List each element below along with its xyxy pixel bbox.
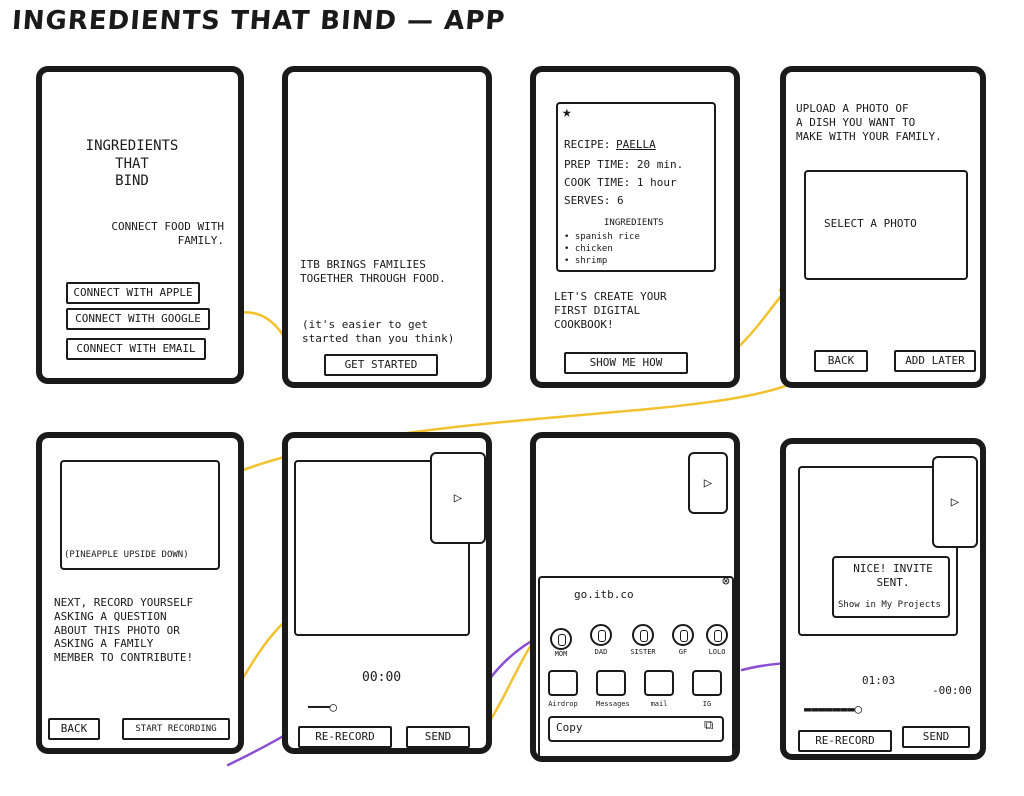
play-icon[interactable] <box>430 452 486 544</box>
ingredients-title: INGREDIENTS <box>604 218 664 228</box>
cook-time: COOK TIME: 1 hour <box>564 176 677 189</box>
back-button[interactable]: BACK <box>814 350 868 372</box>
ingredient-item: • chicken <box>564 244 613 254</box>
record-instructions: NEXT, RECORD YOURSELF ASKING A QUESTION … <box>54 596 194 664</box>
screen-recipe-card: ★ RECIPE: PAELLA PREP TIME: 20 min. COOK… <box>530 66 740 388</box>
send-button[interactable]: SEND <box>902 726 970 748</box>
share-app-label: mail <box>650 700 668 708</box>
select-photo-label: SELECT A PHOTO <box>824 217 917 230</box>
show-in-projects-link[interactable]: Show in My Projects <box>838 600 941 611</box>
share-link[interactable]: go.itb.co <box>574 588 634 602</box>
contact-name: MOM <box>554 650 568 658</box>
airdrop-icon[interactable] <box>548 670 578 696</box>
close-icon[interactable]: ⊗ <box>722 574 730 590</box>
screen-welcome: INGREDIENTS THAT BIND CONNECT FOOD WITH … <box>36 66 244 384</box>
contact-avatar-icon[interactable] <box>672 624 694 646</box>
share-app-label: IG <box>702 700 712 708</box>
screen-record-intro: (PINEAPPLE UPSIDE DOWN) NEXT, RECORD YOU… <box>36 432 244 754</box>
photo-caption: (PINEAPPLE UPSIDE DOWN) <box>64 550 189 560</box>
contact-name: GF <box>678 648 688 656</box>
contact-name: DAD <box>594 648 608 656</box>
progress-slider[interactable]: ▬▬▬▬▬▬▬◯ <box>804 702 862 717</box>
messages-icon[interactable] <box>596 670 626 696</box>
recipe-label: RECIPE: <box>564 138 611 151</box>
rerecord-button[interactable]: RE-RECORD <box>298 726 392 748</box>
screen-upload-photo: UPLOAD A PHOTO OF A DISH YOU WANT TO MAK… <box>780 66 986 388</box>
connect-google-button[interactable]: CONNECT WITH GOOGLE <box>66 308 210 330</box>
copy-label: Copy <box>556 721 583 734</box>
prep-time: PREP TIME: 20 min. <box>564 158 684 171</box>
contact-avatar-icon[interactable] <box>590 624 612 646</box>
app-name: INGREDIENTS THAT BIND <box>85 138 179 189</box>
play-icon[interactable] <box>932 456 978 548</box>
toast-message: NICE! INVITE SENT. <box>853 562 933 589</box>
tagline: CONNECT FOOD WITH FAMILY. <box>111 220 224 247</box>
star-icon: ★ <box>562 102 572 121</box>
contact-name: LOLO <box>708 648 726 656</box>
ingredient-item: • spanish rice <box>564 232 640 242</box>
contact-name: SISTER <box>630 648 656 656</box>
start-recording-button[interactable]: START RECORDING <box>122 718 230 740</box>
serves: SERVES: 6 <box>564 194 624 207</box>
get-started-button[interactable]: GET STARTED <box>324 354 438 376</box>
share-app-label: Messages <box>596 700 630 708</box>
copy-icon: ⧉ <box>704 718 714 733</box>
show-me-how-button[interactable]: SHOW ME HOW <box>564 352 688 374</box>
mic-slider-icon[interactable]: ━━━◯ <box>308 700 337 715</box>
contact-avatar-icon[interactable] <box>706 624 728 646</box>
screen-intro: ITB BRINGS FAMILIES TOGETHER THROUGH FOO… <box>282 66 492 388</box>
record-timer: 00:00 <box>362 670 402 685</box>
page-title: INGREDIENTS THAT BIND — APP <box>10 6 507 36</box>
ingredient-item: • shrimp <box>564 256 608 266</box>
intro-note: (it's easier to get started than you thi… <box>302 318 455 345</box>
send-button[interactable]: SEND <box>406 726 470 748</box>
elapsed-time: 01:03 <box>862 674 896 687</box>
recipe-name: PAELLA <box>616 138 656 151</box>
add-later-button[interactable]: ADD LATER <box>894 350 976 372</box>
screen-invite-sent: NICE! INVITE SENT. Show in My Projects 0… <box>780 438 986 760</box>
back-button[interactable]: BACK <box>48 718 100 740</box>
screen-recording: 00:00 ━━━◯ RE-RECORD SEND <box>282 432 492 754</box>
upload-instructions: UPLOAD A PHOTO OF A DISH YOU WANT TO MAK… <box>796 102 942 143</box>
share-app-label: Airdrop <box>548 700 578 708</box>
rerecord-button[interactable]: RE-RECORD <box>798 730 892 752</box>
remaining-time: -00:00 <box>932 684 972 697</box>
instagram-icon[interactable] <box>692 670 722 696</box>
cookbook-message: LET'S CREATE YOUR FIRST DIGITAL COOKBOOK… <box>554 290 667 331</box>
contact-avatar-icon[interactable] <box>550 628 572 650</box>
connect-apple-button[interactable]: CONNECT WITH APPLE <box>66 282 200 304</box>
screen-share-sheet: go.itb.co ⊗ MOM DAD SISTER GF LOLO Airdr… <box>530 432 740 762</box>
mail-icon[interactable] <box>644 670 674 696</box>
connect-email-button[interactable]: CONNECT WITH EMAIL <box>66 338 206 360</box>
contact-avatar-icon[interactable] <box>632 624 654 646</box>
intro-headline: ITB BRINGS FAMILIES TOGETHER THROUGH FOO… <box>300 258 446 285</box>
play-icon[interactable] <box>688 452 728 514</box>
